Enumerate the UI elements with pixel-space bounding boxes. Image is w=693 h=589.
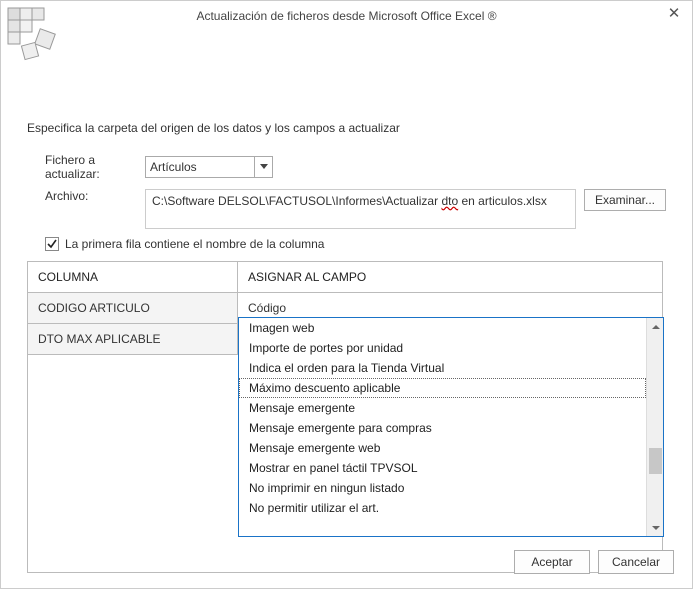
first-row-checkbox-row[interactable]: La primera fila contiene el nombre de la… [27,237,666,251]
archive-path-post: en articulos.xlsx [458,194,547,208]
dropdown-item[interactable]: Mensaje emergente [239,398,646,418]
grid-field-value: Código [248,301,286,315]
scroll-down-icon[interactable] [647,519,664,536]
file-label: Fichero a actualizar: [27,153,145,181]
file-row: Fichero a actualizar: Artículos [27,153,666,181]
grid-header-row: COLUMNA ASIGNAR AL CAMPO [28,262,662,293]
grid-header-asignar: ASIGNAR AL CAMPO [238,262,662,292]
dropdown-item[interactable]: No permitir utilizar el art. [239,498,646,518]
first-row-checkbox-label: La primera fila contiene el nombre de la… [65,237,324,251]
cancel-button[interactable]: Cancelar [598,550,674,574]
archive-row: Archivo: C:\Software DELSOL\FACTUSOL\Inf… [27,189,666,229]
grid-header-columna: COLUMNA [28,262,238,292]
file-select-value: Artículos [150,160,197,174]
dropdown-item[interactable]: Mostrar en panel táctil TPVSOL [239,458,646,478]
archive-label: Archivo: [27,189,145,203]
browse-button[interactable]: Examinar... [584,189,666,211]
grid-col-name: CODIGO ARTICULO [28,293,238,323]
close-icon[interactable]: ✕ [664,5,684,25]
field-dropdown[interactable]: Imagen webImporte de portes por unidadIn… [238,317,664,537]
app-logo [7,7,77,67]
scroll-thumb[interactable] [649,448,662,474]
checkbox-icon[interactable] [45,237,59,251]
dropdown-item[interactable]: No imprimir en ningun listado [239,478,646,498]
archive-path-err: dto [441,194,458,208]
dropdown-item[interactable]: Máximo descuento aplicable [239,378,646,398]
dropdown-item[interactable]: Mensaje emergente para compras [239,418,646,438]
dropdown-list: Imagen webImporte de portes por unidadIn… [239,318,646,536]
titlebar: Actualización de ficheros desde Microsof… [1,1,692,31]
dropdown-item[interactable]: Importe de portes por unidad [239,338,646,358]
grid-col-name: DTO MAX APLICABLE [28,324,238,354]
dropdown-item[interactable]: Indica el orden para la Tienda Virtual [239,358,646,378]
file-select[interactable]: Artículos [145,156,273,178]
chevron-down-icon [254,157,272,177]
archive-path-pre: C:\Software DELSOL\FACTUSOL\Informes\Act… [152,194,441,208]
dropdown-item[interactable]: Imagen web [239,318,646,338]
archive-path-input[interactable]: C:\Software DELSOL\FACTUSOL\Informes\Act… [145,189,576,229]
scroll-up-icon[interactable] [647,318,664,335]
description-text: Especifica la carpeta del origen de los … [27,121,666,135]
scrollbar[interactable] [646,318,663,536]
dialog-window: Actualización de ficheros desde Microsof… [0,0,693,589]
window-title: Actualización de ficheros desde Microsof… [196,9,496,23]
footer-buttons: Aceptar Cancelar [514,550,674,574]
dropdown-item[interactable]: Mensaje emergente web [239,438,646,458]
accept-button[interactable]: Aceptar [514,550,590,574]
